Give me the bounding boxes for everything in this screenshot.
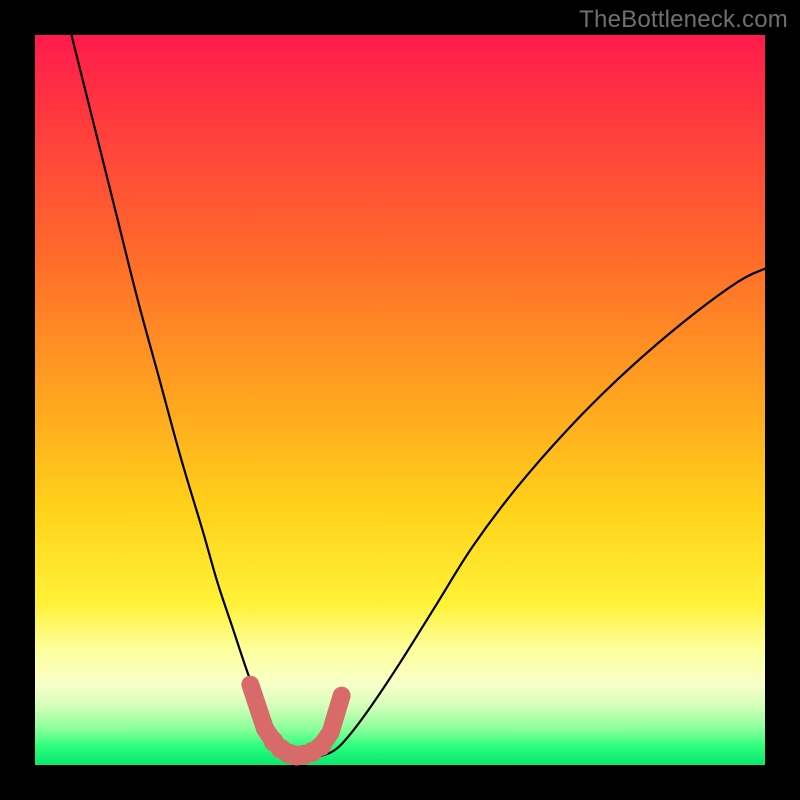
- watermark-text: TheBottleneck.com: [579, 6, 788, 34]
- marker-dot: [244, 679, 256, 691]
- marker-dot: [336, 690, 348, 702]
- plot-area: [35, 35, 765, 765]
- bottleneck-curve: [72, 35, 766, 758]
- chart-svg: [35, 35, 765, 765]
- marker-dot: [322, 723, 340, 741]
- outer-frame: TheBottleneck.com: [0, 0, 800, 800]
